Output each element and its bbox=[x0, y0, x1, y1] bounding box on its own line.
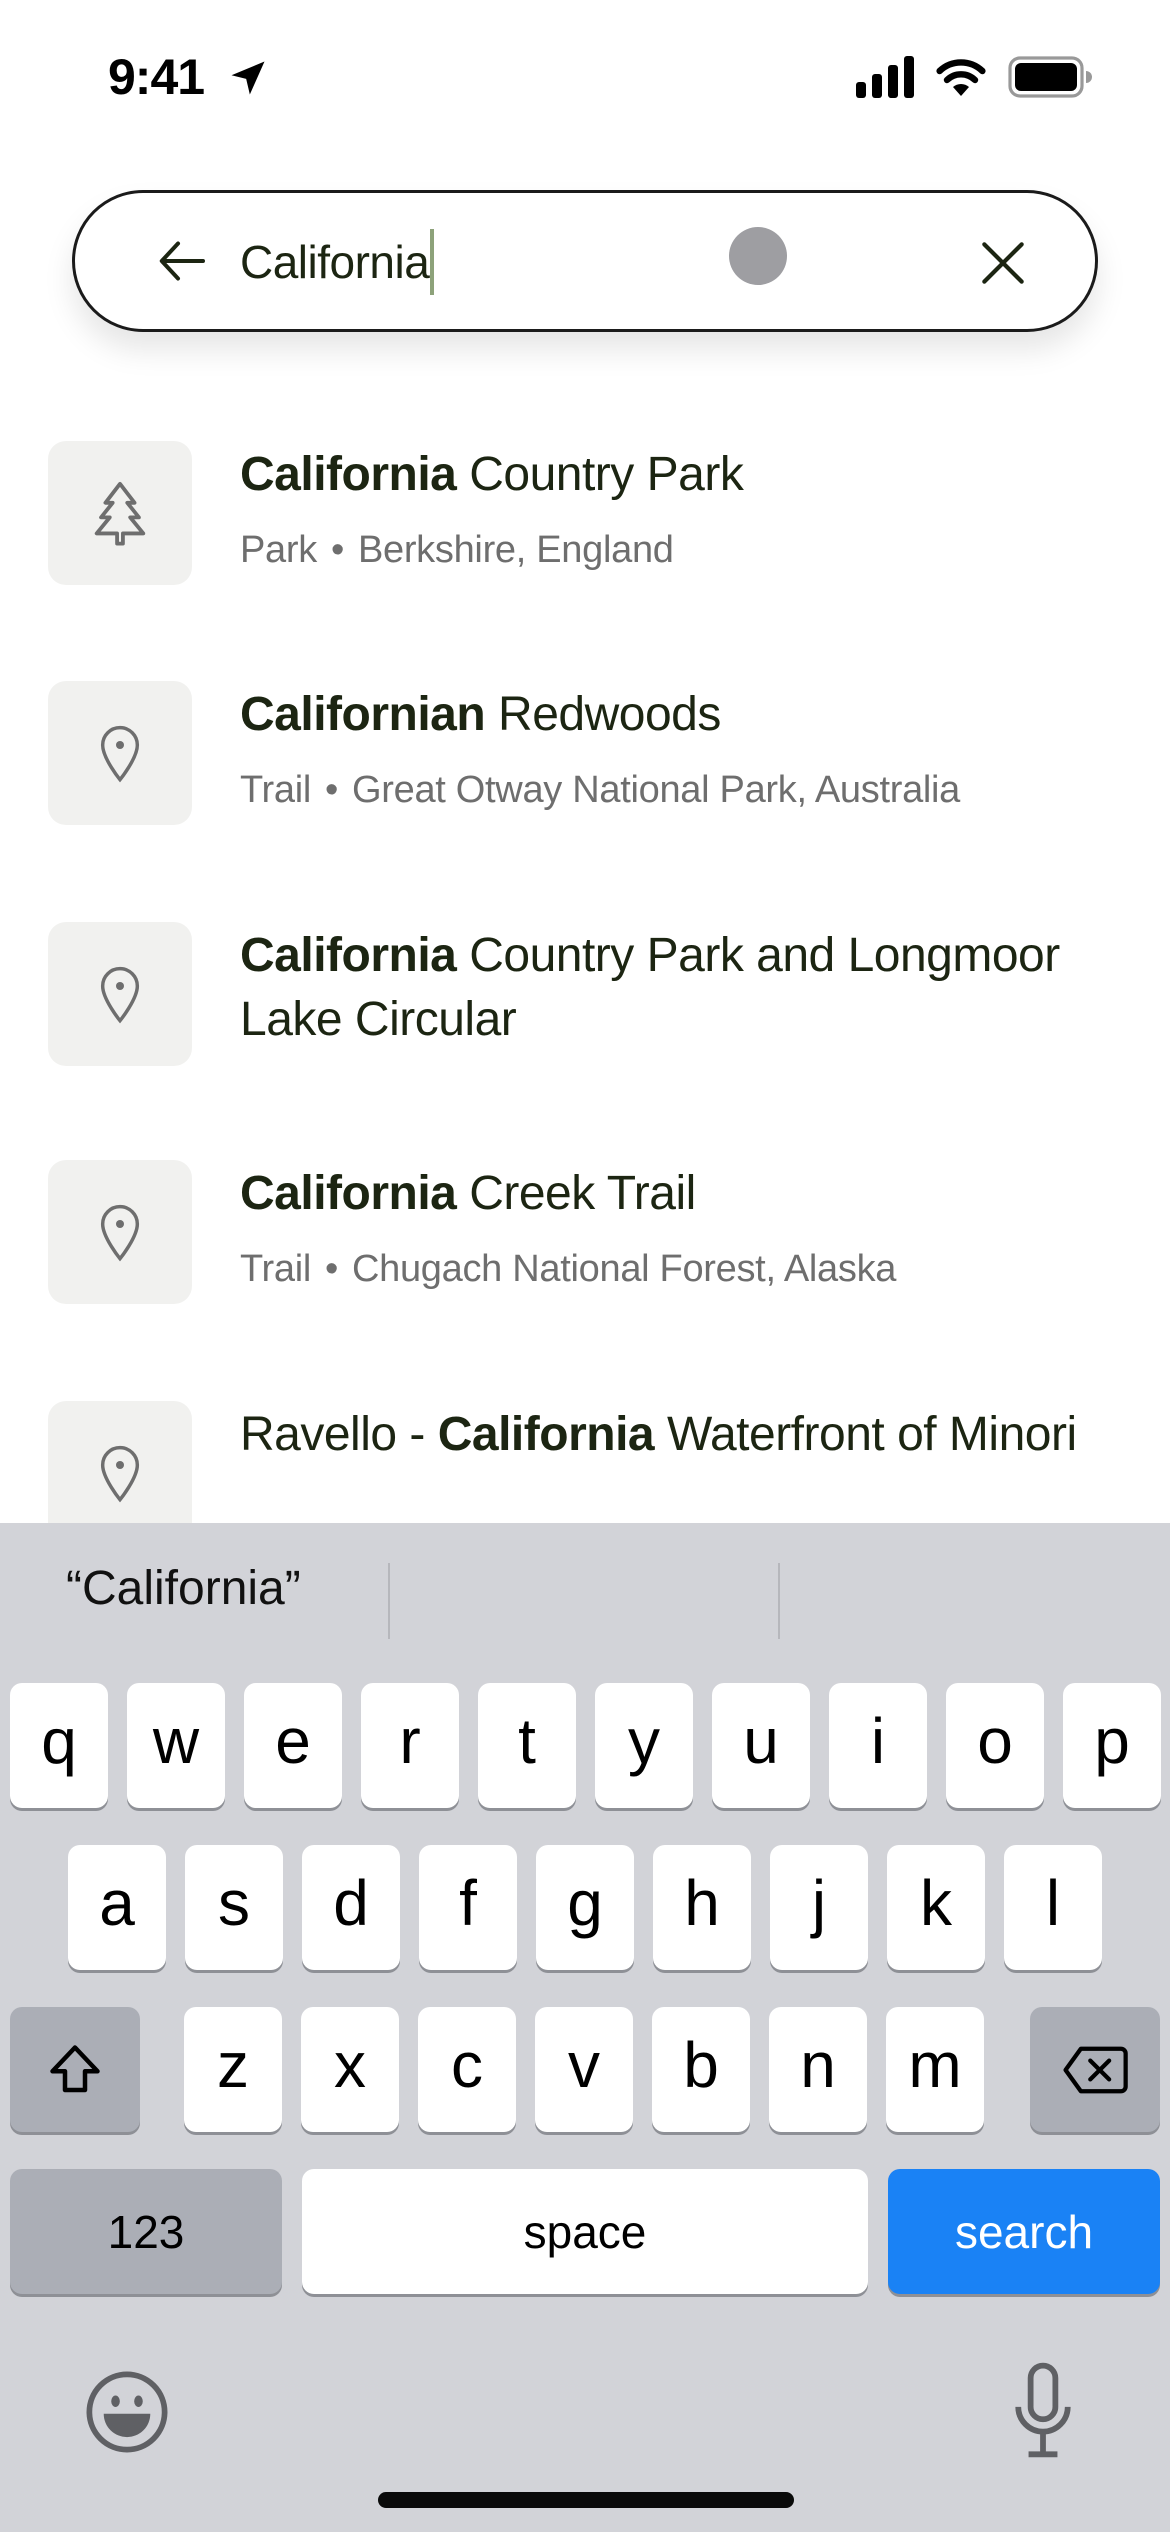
key-a[interactable]: a bbox=[68, 1845, 166, 1970]
result-subtitle: Trail • Great Otway National Park, Austral… bbox=[240, 769, 961, 811]
result-title-prefix: Ravello - bbox=[240, 1408, 438, 1461]
result-title-match: Californian bbox=[240, 688, 486, 741]
result-title: California Creek Trail bbox=[240, 1162, 1120, 1226]
result-title-rest: Redwoods bbox=[485, 688, 721, 741]
suggestion-divider bbox=[778, 1563, 780, 1639]
result-subtitle: Park • Berkshire, England bbox=[240, 529, 674, 571]
key-c[interactable]: c bbox=[418, 2007, 516, 2132]
microphone-icon[interactable] bbox=[1010, 2361, 1076, 2461]
keyboard: “California” qwertyuiop asdfghjkl zxcvbn… bbox=[0, 1523, 1170, 2532]
result-title-rest: Waterfront of Minori bbox=[654, 1408, 1077, 1461]
key-l[interactable]: l bbox=[1004, 1845, 1102, 1970]
result-icon-box bbox=[48, 441, 192, 585]
status-time: 9:41 bbox=[108, 49, 205, 105]
key-d[interactable]: d bbox=[302, 1845, 400, 1970]
map-pin-icon bbox=[100, 1445, 140, 1503]
map-pin-icon bbox=[100, 725, 140, 783]
arrow-left-icon[interactable] bbox=[153, 231, 213, 291]
shift-key[interactable] bbox=[10, 2007, 140, 2132]
search-bar[interactable]: California bbox=[72, 190, 1098, 332]
map-pin-icon bbox=[100, 1204, 140, 1262]
numbers-key[interactable]: 123 bbox=[10, 2169, 282, 2294]
key-m[interactable]: m bbox=[886, 2007, 984, 2132]
key-e[interactable]: e bbox=[244, 1683, 342, 1808]
key-z[interactable]: z bbox=[184, 2007, 282, 2132]
result-type: Park bbox=[240, 529, 317, 571]
touch-indicator bbox=[729, 227, 787, 285]
result-title-match: California bbox=[437, 1408, 655, 1461]
home-indicator[interactable] bbox=[378, 2492, 794, 2508]
key-j[interactable]: j bbox=[770, 1845, 868, 1970]
key-v[interactable]: v bbox=[535, 2007, 633, 2132]
search-key[interactable]: search bbox=[888, 2169, 1160, 2294]
result-title: Ravello - California Waterfront of Minor… bbox=[240, 1403, 1120, 1467]
search-query: California bbox=[240, 236, 430, 289]
key-i[interactable]: i bbox=[829, 1683, 927, 1808]
key-g[interactable]: g bbox=[536, 1845, 634, 1970]
space-key[interactable]: space bbox=[302, 2169, 868, 2294]
delete-key[interactable] bbox=[1030, 2007, 1160, 2132]
cellular-signal-icon bbox=[856, 56, 914, 98]
key-h[interactable]: h bbox=[653, 1845, 751, 1970]
key-r[interactable]: r bbox=[361, 1683, 459, 1808]
shift-icon bbox=[50, 2044, 100, 2092]
battery-icon bbox=[1008, 56, 1092, 98]
tree-icon bbox=[94, 481, 146, 546]
key-w[interactable]: w bbox=[127, 1683, 225, 1808]
close-icon[interactable] bbox=[975, 235, 1031, 291]
key-b[interactable]: b bbox=[652, 2007, 750, 2132]
wifi-icon bbox=[936, 59, 986, 96]
result-title-match: California bbox=[240, 448, 457, 501]
suggestion-bar: “California” bbox=[0, 1523, 1170, 1673]
result-title: California Country Park and Longmoor Lak… bbox=[240, 924, 1120, 1052]
key-u[interactable]: u bbox=[712, 1683, 810, 1808]
result-title-match: California bbox=[240, 929, 457, 982]
search-input[interactable]: California bbox=[240, 229, 435, 299]
key-f[interactable]: f bbox=[419, 1845, 517, 1970]
key-x[interactable]: x bbox=[301, 2007, 399, 2132]
result-title-rest: Country Park bbox=[456, 448, 744, 501]
result-icon-box bbox=[48, 681, 192, 825]
emoji-icon[interactable] bbox=[84, 2369, 170, 2455]
key-p[interactable]: p bbox=[1063, 1683, 1161, 1808]
suggestion-item[interactable]: “California” bbox=[66, 1561, 301, 1616]
key-y[interactable]: y bbox=[595, 1683, 693, 1808]
map-pin-icon bbox=[100, 966, 140, 1024]
suggestion-divider bbox=[388, 1563, 390, 1639]
result-title: California Country Park bbox=[240, 443, 1120, 507]
result-location: Chugach National Forest, Alaska bbox=[352, 1248, 897, 1290]
result-type: Trail bbox=[240, 769, 311, 811]
result-location: Berkshire, England bbox=[357, 529, 674, 571]
key-o[interactable]: o bbox=[946, 1683, 1044, 1808]
key-t[interactable]: t bbox=[478, 1683, 576, 1808]
location-arrow-icon bbox=[231, 61, 265, 95]
key-n[interactable]: n bbox=[769, 2007, 867, 2132]
result-title-match: California bbox=[240, 1167, 457, 1220]
text-caret bbox=[430, 229, 435, 295]
result-icon-box bbox=[48, 922, 192, 1066]
result-type: Trail bbox=[240, 1248, 311, 1290]
result-title: Californian Redwoods bbox=[240, 683, 1120, 747]
result-title-rest: Creek Trail bbox=[456, 1167, 696, 1220]
result-location: Great Otway National Park, Australia bbox=[352, 769, 961, 811]
key-k[interactable]: k bbox=[887, 1845, 985, 1970]
key-q[interactable]: q bbox=[10, 1683, 108, 1808]
result-subtitle: Trail • Chugach National Forest, Alaska bbox=[240, 1248, 897, 1290]
delete-backspace-icon bbox=[1063, 2046, 1128, 2093]
key-s[interactable]: s bbox=[185, 1845, 283, 1970]
result-icon-box bbox=[48, 1160, 192, 1304]
